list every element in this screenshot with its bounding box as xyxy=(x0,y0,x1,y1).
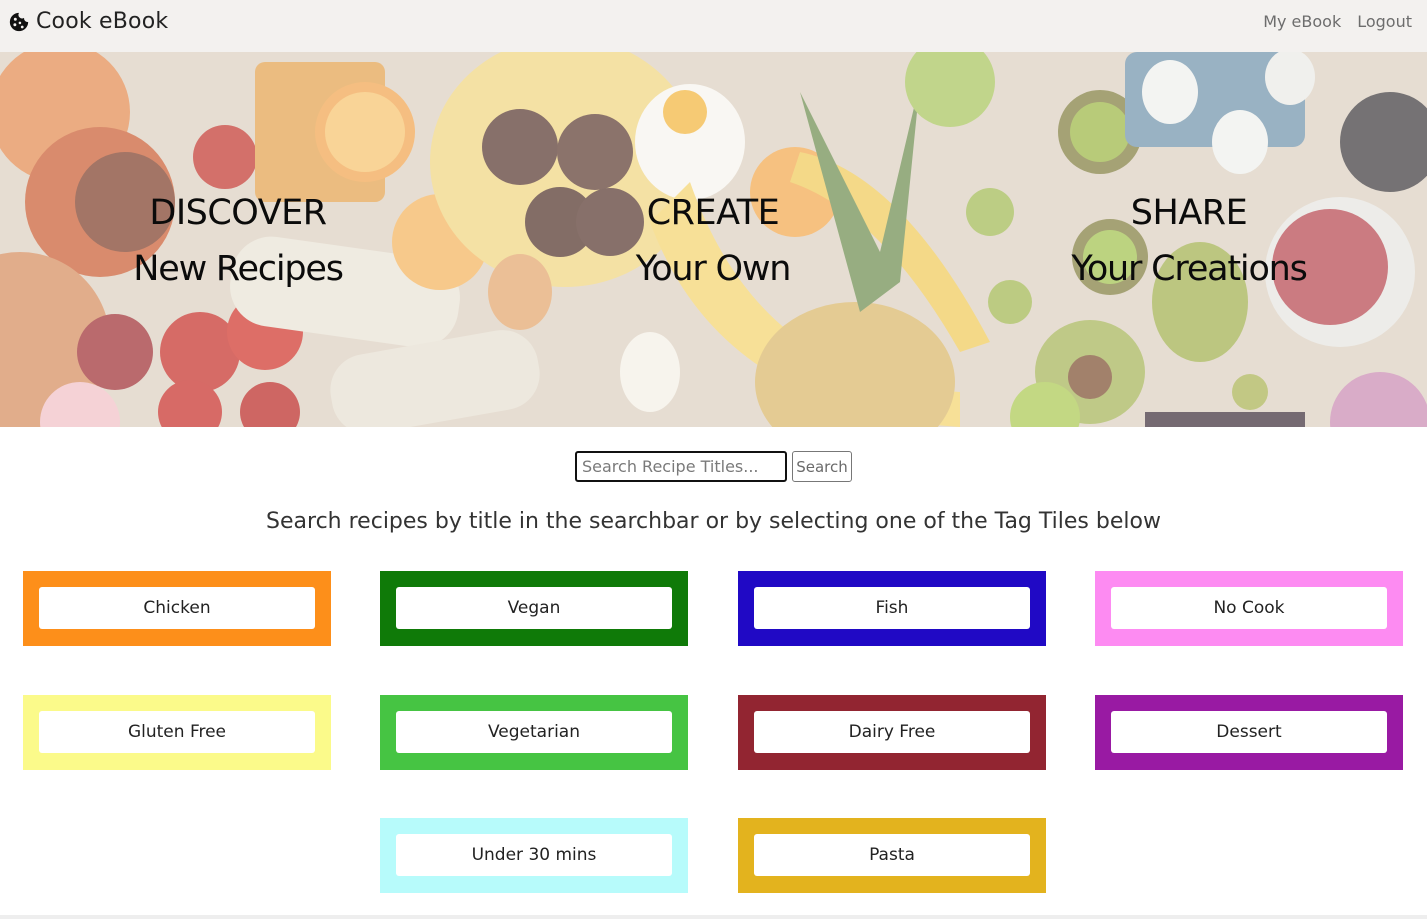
tag-tile-label[interactable]: Dessert xyxy=(1111,711,1387,753)
tag-tile-label[interactable]: Dairy Free xyxy=(754,711,1030,753)
tag-tile-label[interactable]: Under 30 mins xyxy=(396,834,672,876)
tag-tile-label[interactable]: Chicken xyxy=(39,587,315,629)
hero-discover-subtitle: New Recipes xyxy=(133,249,344,289)
hero-discover-title: DISCOVER xyxy=(149,193,327,233)
brand-name: Cook eBook xyxy=(36,9,169,34)
tag-tile-label[interactable]: Fish xyxy=(754,587,1030,629)
tag-tile-label[interactable]: Vegan xyxy=(396,587,672,629)
tag-tile-label[interactable]: Gluten Free xyxy=(39,711,315,753)
nav-link-logout[interactable]: Logout xyxy=(1357,12,1412,31)
tag-tile-dessert[interactable]: Dessert xyxy=(1095,695,1403,770)
tag-tile-label[interactable]: Vegetarian xyxy=(396,711,672,753)
hero-banner: DISCOVER New Recipes CREATE Your Own SHA… xyxy=(0,52,1427,427)
brand-link[interactable]: Cook eBook xyxy=(8,9,168,34)
tag-tile-no-cook[interactable]: No Cook xyxy=(1095,571,1403,646)
search-input[interactable] xyxy=(575,451,787,482)
search-bar: Search xyxy=(575,451,852,482)
tag-tile-gluten-free[interactable]: Gluten Free xyxy=(23,695,331,770)
cookie-icon xyxy=(9,12,29,31)
tag-tile-chicken[interactable]: Chicken xyxy=(23,571,331,646)
nav-link-my-ebook[interactable]: My eBook xyxy=(1263,12,1341,31)
tag-tile-vegan[interactable]: Vegan xyxy=(380,571,688,646)
footer-divider xyxy=(0,915,1427,919)
hero-create: CREATE Your Own xyxy=(483,192,943,290)
tag-tile-label[interactable]: Pasta xyxy=(754,834,1030,876)
tag-tile-pasta[interactable]: Pasta xyxy=(738,818,1046,893)
tag-tile-under-30-mins[interactable]: Under 30 mins xyxy=(380,818,688,893)
hero-create-title: CREATE xyxy=(646,193,780,233)
nav-links: My eBook Logout xyxy=(1247,12,1412,31)
tag-tile-label[interactable]: No Cook xyxy=(1111,587,1387,629)
hero-share-subtitle: Your Creations xyxy=(1071,249,1308,289)
navbar: Cook eBook My eBook Logout xyxy=(0,0,1427,52)
tag-tile-dairy-free[interactable]: Dairy Free xyxy=(738,695,1046,770)
hero-share-title: SHARE xyxy=(1130,193,1248,233)
search-instructions: Search recipes by title in the searchbar… xyxy=(266,509,1161,534)
hero-discover: DISCOVER New Recipes xyxy=(8,192,468,290)
hero-create-subtitle: Your Own xyxy=(635,249,792,289)
hero-share: SHARE Your Creations xyxy=(959,192,1419,290)
search-button[interactable]: Search xyxy=(792,451,852,482)
tag-tile-vegetarian[interactable]: Vegetarian xyxy=(380,695,688,770)
tag-tile-fish[interactable]: Fish xyxy=(738,571,1046,646)
